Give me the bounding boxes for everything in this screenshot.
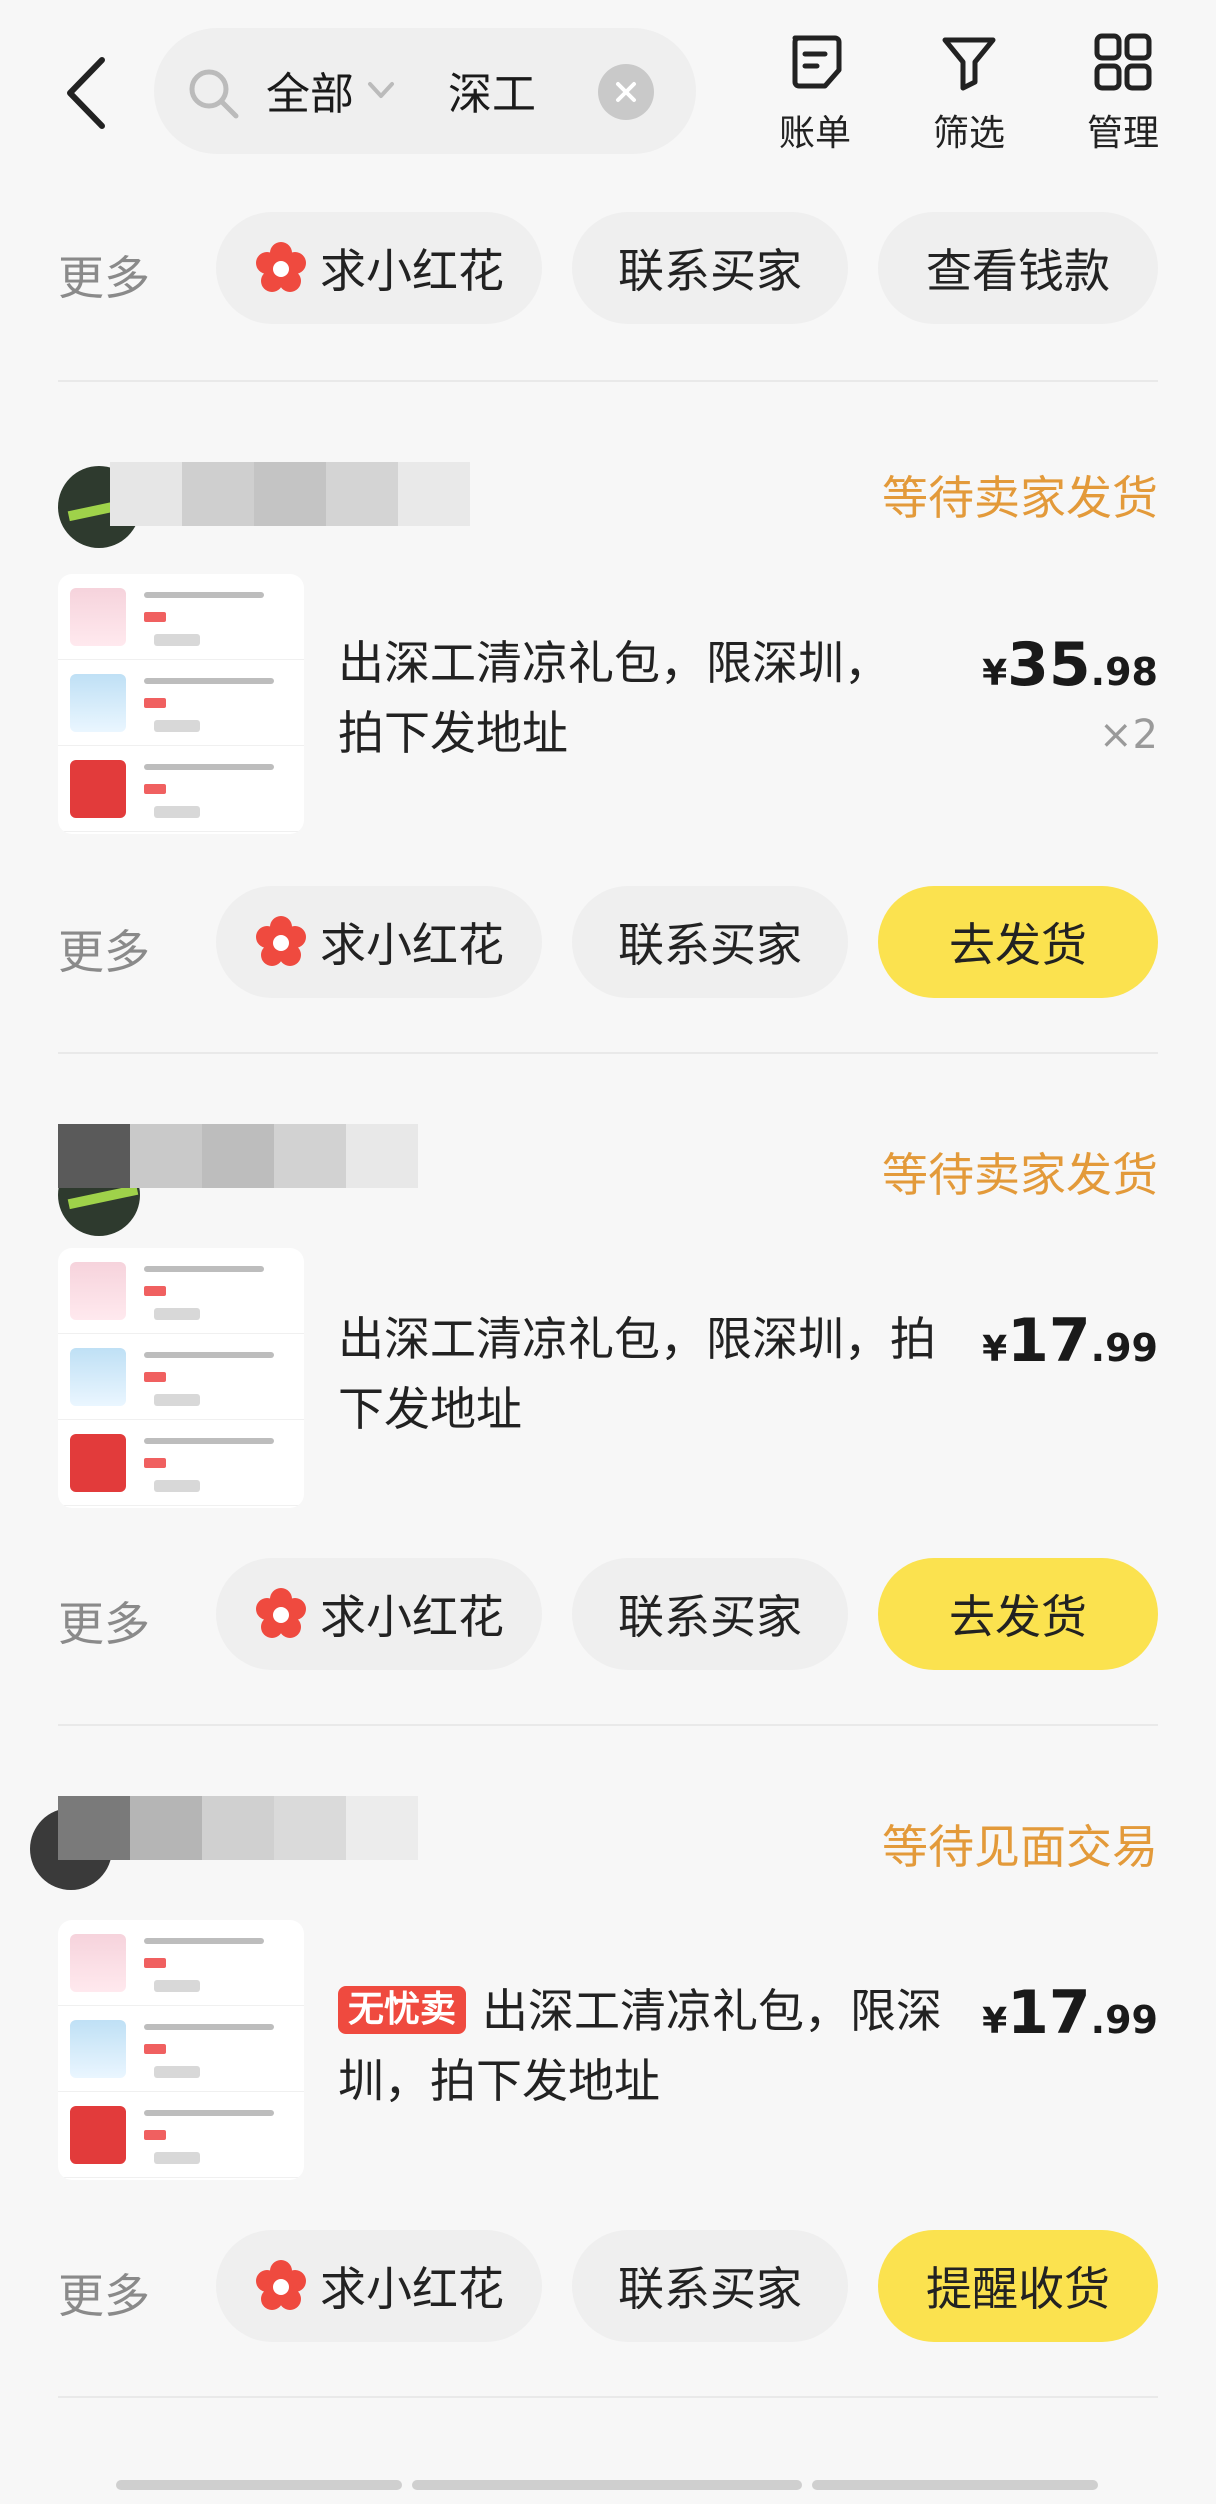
price-integer: 17 [1007,1978,1091,2048]
filter-icon [942,37,996,91]
flower-icon [256,916,306,966]
price: ¥17.99 [982,1306,1158,1376]
ship-button[interactable]: 去发货 [878,1558,1158,1670]
product-title-line: 出深工清凉礼包，限深圳， [338,636,890,690]
divider [58,380,1158,382]
order-list-page: 全部 深工 账单 筛选 管理 更多 求小红花 联系买家 查看钱款 等待卖家发货 … [0,0,1216,2504]
back-button[interactable] [56,48,116,138]
price-integer: 35 [1007,630,1091,700]
order-actions-row: 更多 求小红花 联系买家 提醒收货 [0,2230,1216,2342]
contact-buyer-label: 联系买家 [618,244,802,298]
view-funds-label: 查看钱款 [926,244,1110,298]
ask-flower-label: 求小红花 [320,918,504,972]
product-title[interactable]: 无忧卖 出深工清凉礼包，限深 圳，拍下发地址 [338,1976,942,2116]
more-button[interactable]: 更多 [58,1588,150,1654]
product-title-line: 出深工清凉礼包，限深 [482,1984,943,2038]
ask-flower-label: 求小红花 [320,1590,504,1644]
price-currency: ¥ [982,1329,1008,1370]
product-title[interactable]: 出深工清凉礼包，限深圳， 拍下发地址 [338,628,890,768]
bill-button[interactable]: 账单 [760,30,870,160]
contact-buyer-button[interactable]: 联系买家 [572,1558,848,1670]
search-icon [189,69,239,119]
ask-flower-button[interactable]: 求小红花 [216,212,542,324]
search-input[interactable]: 深工 [448,58,536,122]
divider [58,2396,1158,2398]
buyer-name-blurred [110,462,470,526]
filter-button[interactable]: 筛选 [914,30,1024,160]
quantity: ×2 [1099,712,1158,758]
remind-receipt-button[interactable]: 提醒收货 [878,2230,1158,2342]
product-title-line: 拍下发地址 [338,706,568,760]
product-title-line: 圳，拍下发地址 [338,2054,660,2108]
chevron-left-icon [67,57,105,129]
buyer-name-blurred [58,1796,418,1860]
flower-icon [256,242,306,292]
close-icon [616,82,636,102]
price-currency: ¥ [982,2001,1008,2042]
divider [58,1724,1158,1726]
search-scope-dropdown[interactable]: 全部 [266,58,400,122]
order-actions-row: 更多 求小红花 联系买家 去发货 [0,886,1216,998]
order-actions-row: 更多 求小红花 联系买家 查看钱款 [0,212,1216,324]
more-button[interactable]: 更多 [58,242,150,308]
ship-button[interactable]: 去发货 [878,886,1158,998]
contact-buyer-button[interactable]: 联系买家 [572,212,848,324]
scroll-indicator [812,2480,1098,2490]
product-title-line: 下发地址 [338,1382,522,1436]
ask-flower-button[interactable]: 求小红花 [216,1558,542,1670]
ship-label: 去发货 [949,918,1087,972]
more-button[interactable]: 更多 [58,916,150,982]
product-title[interactable]: 出深工清凉礼包，限深圳，拍 下发地址 [338,1304,936,1444]
contact-buyer-label: 联系买家 [618,2262,802,2316]
ask-flower-label: 求小红花 [320,244,504,298]
price-decimal: .99 [1090,1998,1158,2042]
worry-free-badge: 无忧卖 [338,1986,467,2034]
price-currency: ¥ [982,653,1008,694]
flower-icon [256,2260,306,2310]
bill-label: 账单 [778,113,851,154]
chevron-down-icon [368,82,394,98]
divider [58,1052,1158,1054]
ask-flower-button[interactable]: 求小红花 [216,886,542,998]
remind-receipt-label: 提醒收货 [926,2262,1110,2316]
product-title-line: 出深工清凉礼包，限深圳，拍 [338,1312,936,1366]
contact-buyer-button[interactable]: 联系买家 [572,886,848,998]
price-decimal: .98 [1090,650,1158,694]
contact-buyer-label: 联系买家 [618,918,802,972]
order-status: 等待卖家发货 [882,1148,1158,1202]
clear-search-button[interactable] [598,64,654,120]
scroll-indicator [116,2480,402,2490]
manage-label: 管理 [1086,113,1159,154]
search-box[interactable]: 全部 深工 [154,28,696,154]
bill-icon [792,35,842,89]
contact-buyer-label: 联系买家 [618,1590,802,1644]
product-thumbnail[interactable] [58,574,304,834]
header-bar: 全部 深工 账单 筛选 管理 [0,0,1216,190]
flower-icon [256,1588,306,1638]
filter-label: 筛选 [932,113,1005,154]
scroll-indicator [412,2480,802,2490]
view-funds-button[interactable]: 查看钱款 [878,212,1158,324]
order-actions-row: 更多 求小红花 联系买家 去发货 [0,1558,1216,1670]
price: ¥35.98 [982,630,1158,700]
price: ¥17.99 [982,1978,1158,2048]
manage-button[interactable]: 管理 [1068,30,1178,160]
product-thumbnail[interactable] [58,1920,304,2180]
price-integer: 17 [1007,1306,1091,1376]
price-decimal: .99 [1090,1326,1158,1370]
search-scope-label: 全部 [266,69,354,120]
buyer-name-blurred [58,1124,418,1188]
order-status: 等待卖家发货 [882,471,1158,525]
ask-flower-button[interactable]: 求小红花 [216,2230,542,2342]
grid-icon [1094,33,1152,91]
ship-label: 去发货 [949,1590,1087,1644]
order-status: 等待见面交易 [882,1820,1158,1874]
product-thumbnail[interactable] [58,1248,304,1508]
ask-flower-label: 求小红花 [320,2262,504,2316]
contact-buyer-button[interactable]: 联系买家 [572,2230,848,2342]
more-button[interactable]: 更多 [58,2260,150,2326]
